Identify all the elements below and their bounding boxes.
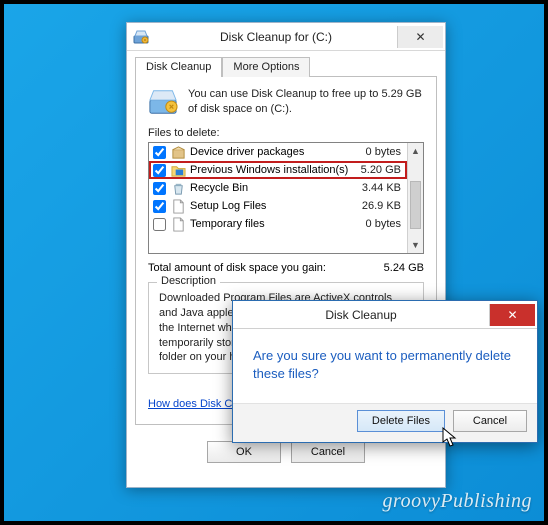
cancel-button[interactable]: Cancel [291,441,365,463]
drive-cleanup-icon [148,87,178,117]
confirm-cancel-button[interactable]: Cancel [453,410,527,432]
file-name: Device driver packages [190,146,366,158]
file-type-icon [171,217,186,232]
confirm-titlebar: Disk Cleanup ✕ [233,301,537,329]
file-type-icon [171,199,186,214]
file-row[interactable]: Temporary files0 bytes [149,215,407,233]
delete-files-button[interactable]: Delete Files [357,410,445,432]
confirm-dialog: Disk Cleanup ✕ Are you sure you want to … [232,300,538,443]
description-legend: Description [157,275,220,287]
total-value: 5.24 GB [384,262,424,274]
file-type-icon [171,145,186,160]
file-name: Temporary files [190,218,366,230]
file-name: Previous Windows installation(s) [190,164,361,176]
disk-cleanup-icon [133,29,149,45]
file-row[interactable]: Device driver packages0 bytes [149,143,407,161]
file-name: Setup Log Files [190,200,362,212]
close-button[interactable]: ✕ [397,26,443,48]
intro-row: You can use Disk Cleanup to free up to 5… [148,87,424,117]
ok-button[interactable]: OK [207,441,281,463]
window-title: Disk Cleanup for (C:) [155,30,397,44]
files-to-delete-label: Files to delete: [148,127,424,139]
file-size: 26.9 KB [362,200,401,212]
scroll-down-icon[interactable]: ▼ [408,237,423,253]
confirm-title: Disk Cleanup [233,308,489,322]
scroll-up-icon[interactable]: ▲ [408,143,423,159]
file-row[interactable]: Recycle Bin3.44 KB [149,179,407,197]
file-checkbox[interactable] [153,146,166,159]
tab-more-options[interactable]: More Options [222,57,310,77]
file-list-scrollbar[interactable]: ▲ ▼ [407,143,423,253]
file-row[interactable]: Setup Log Files26.9 KB [149,197,407,215]
file-name: Recycle Bin [190,182,362,194]
confirm-message: Are you sure you want to permanently del… [233,329,537,403]
total-label: Total amount of disk space you gain: [148,262,384,274]
confirm-close-button[interactable]: ✕ [489,304,535,326]
scroll-thumb[interactable] [410,181,421,229]
total-row: Total amount of disk space you gain: 5.2… [148,262,424,274]
file-list: Device driver packages0 bytesPrevious Wi… [148,142,424,254]
file-size: 0 bytes [366,218,401,230]
watermark: groovyPublishing [383,490,532,513]
file-type-icon [171,181,186,196]
tab-disk-cleanup[interactable]: Disk Cleanup [135,57,222,77]
file-checkbox[interactable] [153,182,166,195]
file-size: 3.44 KB [362,182,401,194]
file-checkbox[interactable] [153,200,166,213]
file-type-icon [171,163,186,178]
tab-strip: Disk Cleanup More Options [127,51,445,76]
file-size: 5.20 GB [361,164,401,176]
intro-text: You can use Disk Cleanup to free up to 5… [188,87,424,117]
file-checkbox[interactable] [153,218,166,231]
desktop-background: Disk Cleanup for (C:) ✕ Disk Cleanup Mor… [4,4,544,521]
file-row[interactable]: Previous Windows installation(s)5.20 GB [149,161,407,179]
file-checkbox[interactable] [153,164,166,177]
file-size: 0 bytes [366,146,401,158]
confirm-buttons: Delete Files Cancel [233,403,537,442]
titlebar: Disk Cleanup for (C:) ✕ [127,23,445,51]
